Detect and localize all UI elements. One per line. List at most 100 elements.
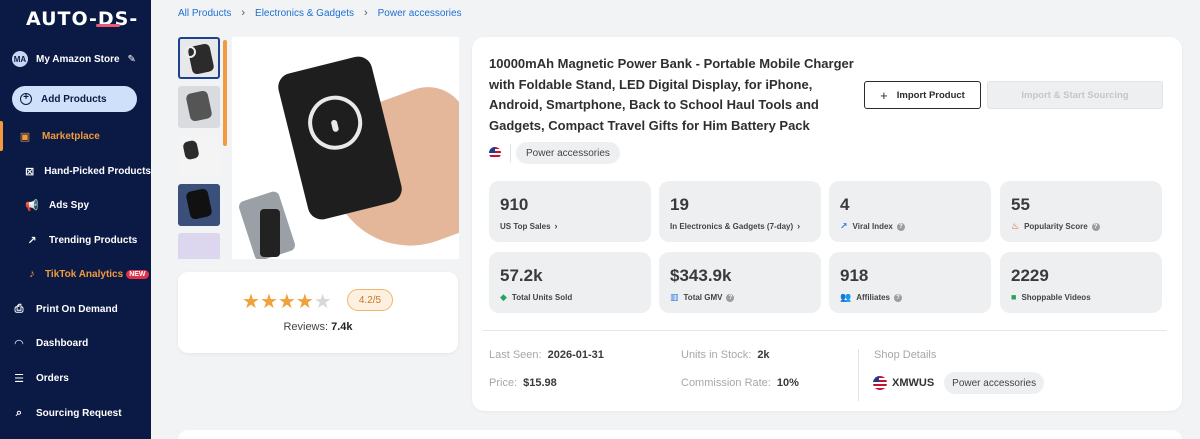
product-main-image[interactable] xyxy=(232,37,459,259)
help-icon[interactable]: ? xyxy=(894,293,903,302)
bottom-card xyxy=(178,430,1182,439)
reviews-label: Reviews: xyxy=(283,321,329,333)
sidebar-item-hand-picked-products[interactable]: ⊠ Hand-Picked Products xyxy=(0,159,151,183)
stat-label: Viral Index xyxy=(852,222,893,231)
sidebar-item-ads-spy[interactable]: 📢 Ads Spy xyxy=(0,193,151,217)
viral-trend-icon: ↗ xyxy=(840,221,848,231)
chevron-right-icon: › xyxy=(363,7,368,19)
thumbnail-1[interactable] xyxy=(178,37,220,79)
sidebar-item-sourcing-request[interactable]: ⌕ Sourcing Request xyxy=(0,401,151,425)
sidebar-item-dashboard[interactable]: ◠ Dashboard xyxy=(0,331,151,355)
reviews-value: 7.4k xyxy=(331,321,353,333)
stat-us-top-sales[interactable]: 910 US Top Sales › xyxy=(489,181,651,242)
import-start-sourcing-button[interactable]: Import & Start Sourcing xyxy=(987,81,1163,109)
commission-label: Commission Rate: xyxy=(681,377,771,389)
bar-chart-icon: ▥ xyxy=(670,292,679,302)
tag-icon: ◆ xyxy=(500,292,507,302)
last-seen-label: Last Seen: xyxy=(489,349,542,361)
last-seen: Last Seen: 2026-01-31 xyxy=(489,349,604,361)
thumbnail-4[interactable] xyxy=(178,184,220,226)
thumbnail-scrollbar[interactable] xyxy=(223,40,227,146)
edit-pencil-icon[interactable]: ✎ xyxy=(128,54,136,65)
thumbnail-3[interactable] xyxy=(178,135,220,177)
sidebar-item-label: Trending Products xyxy=(49,234,138,246)
store-switcher[interactable]: MA My Amazon Store ✎ xyxy=(12,49,144,69)
sidebar-item-trending-products[interactable]: ↗ Trending Products xyxy=(0,228,151,252)
stat-label: US Top Sales xyxy=(500,221,551,231)
us-flag-icon xyxy=(489,147,501,159)
tiktok-icon: ♪ xyxy=(29,268,35,280)
breadcrumb-electronics[interactable]: Electronics & Gadgets xyxy=(255,8,354,19)
star-filled-icon: ★ xyxy=(277,291,296,313)
divider xyxy=(483,330,1167,331)
store-name: My Amazon Store xyxy=(36,53,120,65)
stand-shape xyxy=(260,209,280,257)
us-flag-icon xyxy=(873,376,887,390)
last-seen-value: 2026-01-31 xyxy=(547,349,604,361)
stat-viral-index: 4 ↗ Viral Index? xyxy=(829,181,991,242)
new-badge: NEW xyxy=(126,269,149,279)
dashboard-gauge-icon: ◠ xyxy=(14,337,24,350)
shop-row: XMWUS Power accessories xyxy=(873,372,1045,394)
units-value: 2k xyxy=(757,349,770,361)
print-icon: ⎙ xyxy=(14,302,24,315)
hand-picked-icon: ⊠ xyxy=(25,165,35,178)
sidebar: AUTO-DS- MA My Amazon Store ✎ + Add Prod… xyxy=(0,0,151,439)
reviews-count: Reviews: 7.4k xyxy=(178,321,458,333)
stat-value: 918 xyxy=(840,266,869,285)
sidebar-item-marketplace[interactable]: ▣ Marketplace xyxy=(0,124,151,148)
product-title: 10000mAh Magnetic Power Bank - Portable … xyxy=(489,56,854,133)
stat-label: Popularity Score xyxy=(1024,222,1088,231)
stat-label: Total Units Sold xyxy=(511,293,573,302)
sidebar-item-label: TikTok Analytics xyxy=(45,268,124,280)
stat-label: Shoppable Videos xyxy=(1021,292,1091,302)
stat-affiliates: 918 👥 Affiliates? xyxy=(829,252,991,313)
stat-label: In Electronics & Gadgets (7-day) xyxy=(670,221,794,231)
shop-name[interactable]: XMWUS xyxy=(892,377,934,389)
thumbnail-5[interactable] xyxy=(178,233,220,259)
sidebar-item-tiktok-analytics[interactable]: ♪ TikTok Analytics NEW xyxy=(0,262,151,286)
power-bank-shape xyxy=(275,53,405,223)
sidebar-item-orders[interactable]: ☰ Orders xyxy=(0,366,151,390)
star-rating: ★★★★★ xyxy=(242,289,332,314)
help-icon[interactable]: ? xyxy=(1091,222,1100,231)
breadcrumb: All Products › Electronics & Gadgets › P… xyxy=(178,7,462,19)
product-detail-card: 10000mAh Magnetic Power Bank - Portable … xyxy=(472,37,1182,411)
import-start-sourcing-label: Import & Start Sourcing xyxy=(1021,89,1129,101)
trending-chart-icon: ↗ xyxy=(27,234,37,247)
stat-value: 19 xyxy=(670,195,689,214)
add-products-button[interactable]: + Add Products xyxy=(12,86,137,112)
stat-label: Affiliates xyxy=(856,293,891,302)
breadcrumb-all-products[interactable]: All Products xyxy=(178,8,231,19)
stat-label: Total GMV xyxy=(683,293,723,302)
sidebar-item-label: Dashboard xyxy=(36,337,89,349)
star-filled-icon: ★ xyxy=(242,291,260,313)
thumbnail-2[interactable] xyxy=(178,86,220,128)
add-products-label: Add Products xyxy=(41,93,107,105)
stat-value: 4 xyxy=(840,195,850,214)
sidebar-item-label: Print On Demand xyxy=(36,303,118,315)
breadcrumb-power-accessories[interactable]: Power accessories xyxy=(378,8,462,19)
thumbnail-strip xyxy=(178,37,220,259)
autods-logo[interactable]: AUTO-DS- xyxy=(26,8,138,30)
sidebar-item-print-on-demand[interactable]: ⎙ Print On Demand xyxy=(0,297,151,321)
units-in-stock: Units in Stock: 2k xyxy=(681,349,770,361)
sourcing-icon: ⌕ xyxy=(15,406,23,419)
flame-icon: ♨ xyxy=(1011,221,1020,231)
price-value: $15.98 xyxy=(523,377,557,389)
shop-category-tag[interactable]: Power accessories xyxy=(944,372,1045,394)
category-tag[interactable]: Power accessories xyxy=(516,142,620,164)
store-avatar: MA xyxy=(12,51,28,67)
help-icon[interactable]: ? xyxy=(896,222,905,231)
import-product-button[interactable]: + Import Product xyxy=(864,81,981,109)
units-label: Units in Stock: xyxy=(681,349,752,361)
commission-rate: Commission Rate: 10% xyxy=(681,377,799,389)
chevron-right-icon: › xyxy=(797,221,801,231)
chevron-right-icon: › xyxy=(241,7,246,19)
plus-icon: + xyxy=(880,87,888,103)
sidebar-item-label: Orders xyxy=(36,372,69,384)
star-empty-icon: ★ xyxy=(313,291,332,313)
shop-icon: ▣ xyxy=(19,130,31,143)
stat-category-rank[interactable]: 19 In Electronics & Gadgets (7-day) › xyxy=(659,181,821,242)
help-icon[interactable]: ? xyxy=(726,293,735,302)
